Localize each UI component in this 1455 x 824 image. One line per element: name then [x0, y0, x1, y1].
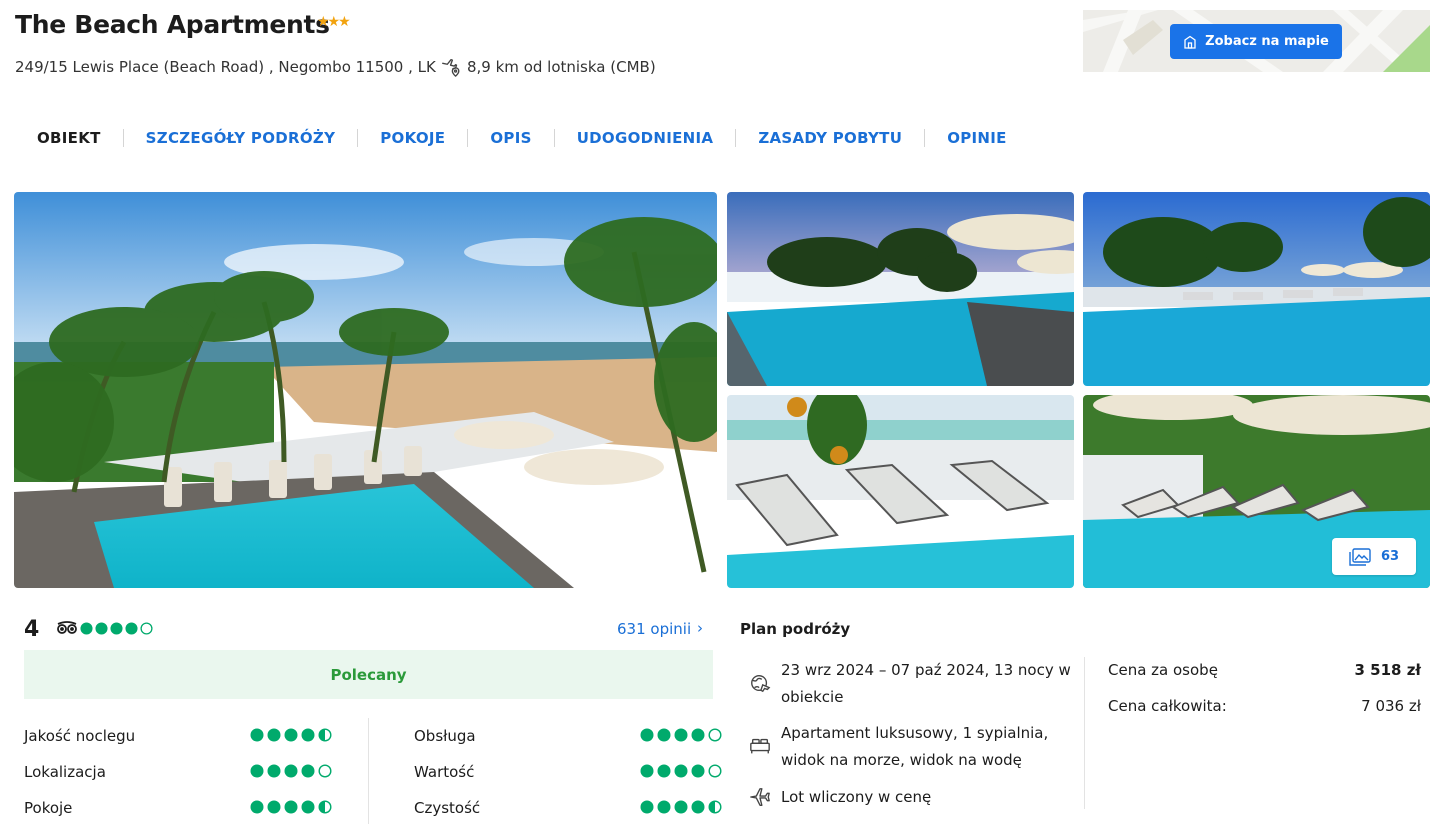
- rating-bubble-full: [301, 728, 315, 742]
- gallery-count: 63: [1380, 549, 1400, 564]
- photo-pool-evening[interactable]: [727, 192, 1074, 386]
- price-per-person-label: Cena za osobę: [1108, 661, 1218, 679]
- view-on-map-button[interactable]: Zobacz na mapie: [1170, 24, 1342, 59]
- rating-bubble-empty: [318, 764, 332, 778]
- subrating-dots-location: [250, 764, 332, 778]
- rating-bubble-full: [301, 764, 315, 778]
- rating-bubble-full: [640, 764, 654, 778]
- rating-bubble-full: [301, 800, 315, 814]
- section-tabs: OBIEKT SZCZEGÓŁY PODRÓŻY POKOJE OPIS UDO…: [15, 127, 1029, 149]
- trip-plan-title: Plan podróży: [740, 620, 851, 638]
- rating-bubble-full: [267, 800, 281, 814]
- price-per-person-value: 3 518 zł: [1354, 661, 1422, 679]
- rating-bubble-full: [95, 621, 108, 635]
- rating-bubble-full: [691, 800, 705, 814]
- price-total-value: 7 036 zł: [1361, 697, 1421, 715]
- rating-bubble-full: [657, 728, 671, 742]
- rating-bubble-full: [125, 621, 138, 635]
- rating-bubble-half: [708, 800, 722, 814]
- tab-rooms[interactable]: POKOJE: [358, 129, 467, 147]
- rating-bubble-empty: [708, 728, 722, 742]
- recommended-badge: Polecany: [24, 650, 713, 699]
- airport-distance: 8,9 km od lotniska (CMB): [467, 58, 656, 76]
- tab-description[interactable]: OPIS: [468, 129, 553, 147]
- tab-amenities[interactable]: UDOGODNIENIA: [555, 129, 736, 147]
- building-icon: [1184, 35, 1196, 49]
- subrating-dots-cleanliness: [640, 800, 722, 814]
- rating-score: 4: [24, 617, 40, 642]
- subrating-label-rooms: Pokoje: [24, 799, 73, 817]
- hotel-name: The Beach Apartments: [15, 10, 330, 39]
- bed-icon: [750, 738, 770, 754]
- rating-bubble-full: [691, 764, 705, 778]
- room-type: Apartament luksusowy, 1 sypialnia, widok…: [781, 724, 1049, 769]
- rating-bubble-full: [250, 800, 264, 814]
- tab-reviews[interactable]: OPINIE: [925, 129, 1029, 147]
- rating-bubble-full: [640, 728, 654, 742]
- subrating-label-service: Obsługa: [414, 727, 476, 745]
- plane-icon: [750, 788, 770, 806]
- rating-bubble-full: [110, 621, 123, 635]
- subrating-dots-quality: [250, 728, 332, 742]
- rating-bubble-full: [674, 800, 688, 814]
- rating-bubble-empty: [708, 764, 722, 778]
- tripadvisor-bubbles: [80, 621, 153, 635]
- rating-bubble-full: [250, 728, 264, 742]
- rating-bubble-full: [267, 764, 281, 778]
- subrating-label-location: Lokalizacja: [24, 763, 106, 781]
- rating-bubble-full: [640, 800, 654, 814]
- plan-divider: [1084, 657, 1085, 809]
- subrating-divider: [368, 718, 369, 824]
- tab-obiekt[interactable]: OBIEKT: [15, 129, 123, 147]
- rating-bubble-full: [284, 764, 298, 778]
- rating-bubble-full: [674, 764, 688, 778]
- rating-bubble-empty: [140, 621, 153, 635]
- rating-bubble-full: [657, 764, 671, 778]
- reviews-link[interactable]: 631 opinii: [617, 620, 691, 638]
- photo-sunbeds[interactable]: [727, 395, 1074, 588]
- trip-dates: 23 wrz 2024 – 07 paź 2024, 13 nocy w obi…: [781, 661, 1071, 706]
- star-rating: ★★★: [317, 14, 351, 30]
- subrating-label-cleanliness: Czystość: [414, 799, 481, 817]
- rating-bubble-half: [318, 800, 332, 814]
- rating-bubble-full: [674, 728, 688, 742]
- subrating-dots-rooms: [250, 800, 332, 814]
- main-photo-pool-beach[interactable]: [14, 192, 717, 588]
- rating-bubble-full: [284, 728, 298, 742]
- subrating-label-value: Wartość: [414, 763, 475, 781]
- photo-pool-night[interactable]: [1083, 192, 1430, 386]
- tab-policies[interactable]: ZASADY POBYTU: [736, 129, 924, 147]
- rating-bubble-half: [318, 728, 332, 742]
- rating-bubble-full: [267, 728, 281, 742]
- tripadvisor-rating: [56, 621, 153, 635]
- rating-bubble-full: [250, 764, 264, 778]
- gallery-count-button[interactable]: 63: [1332, 538, 1416, 575]
- price-total-label: Cena całkowita:: [1108, 697, 1227, 715]
- flight-included: Lot wliczony w cenę: [781, 788, 932, 806]
- rating-bubble-full: [657, 800, 671, 814]
- photos-icon: [1349, 547, 1371, 566]
- rating-bubble-full: [80, 621, 93, 635]
- airport-distance-icon: [442, 58, 460, 77]
- view-on-map-label: Zobacz na mapie: [1205, 34, 1329, 49]
- chevron-right-icon[interactable]: ›: [697, 619, 703, 637]
- tab-travel-details[interactable]: SZCZEGÓŁY PODRÓŻY: [124, 129, 358, 147]
- rating-bubble-full: [284, 800, 298, 814]
- subrating-dots-value: [640, 764, 722, 778]
- globe-plane-icon: [751, 674, 771, 693]
- subrating-dots-service: [640, 728, 722, 742]
- hotel-address: 249/15 Lewis Place (Beach Road) , Negomb…: [15, 58, 436, 76]
- subrating-label-quality: Jakość noclegu: [24, 727, 136, 745]
- rating-bubble-full: [691, 728, 705, 742]
- tripadvisor-owl-icon: [57, 621, 77, 634]
